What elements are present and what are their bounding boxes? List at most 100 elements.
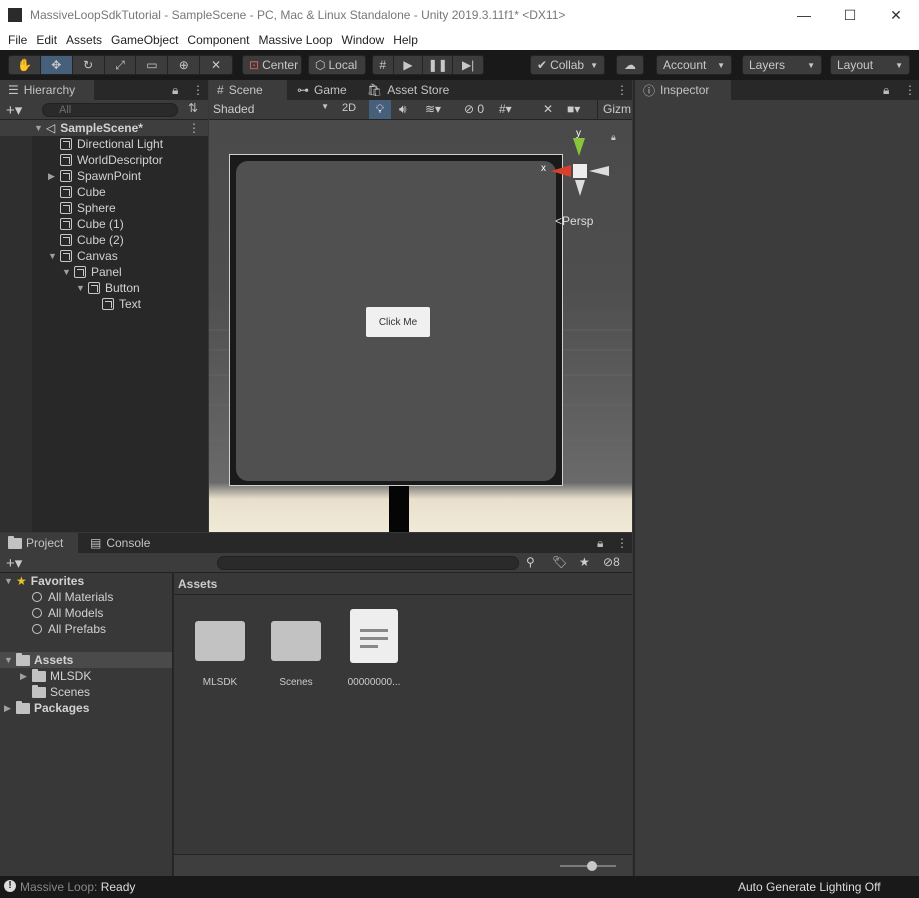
expand-triangle-icon[interactable]: ▶ <box>20 671 32 682</box>
collapse-triangle-icon[interactable]: ▼ <box>4 576 16 586</box>
layout-dropdown[interactable]: Layout ▼ <box>830 55 910 75</box>
tab-asset-store[interactable]: 🛍︎ Asset Store <box>359 80 457 100</box>
expand-triangle-icon[interactable]: ▶ <box>48 171 60 182</box>
collapse-triangle-icon[interactable]: ▼ <box>4 655 16 665</box>
tab-console[interactable]: ▤ Console <box>82 533 158 553</box>
lock-icon[interactable]: 🔒︎ <box>172 83 178 98</box>
move-tool-icon[interactable]: ✥ <box>40 56 73 74</box>
kebab-menu-icon[interactable]: ⋮ <box>188 121 200 135</box>
auto-lighting-status[interactable]: Auto Generate Lighting Off <box>738 880 881 894</box>
close-button[interactable]: ✕ <box>873 0 919 30</box>
status-message[interactable]: Massive Loop: Ready <box>20 880 135 894</box>
hidden-objects-toggle[interactable]: ⊘ 0 <box>464 102 484 116</box>
effects-toggle-icon[interactable]: ≋▾ <box>425 102 441 116</box>
asset-folder-row[interactable]: ▶ MLSDK <box>20 668 91 684</box>
play-button-icon[interactable]: ▶ <box>394 56 424 74</box>
scene-gizmo[interactable]: y x 🔒︎ <box>539 128 619 208</box>
rect-tool-icon[interactable]: ▭ <box>136 56 169 74</box>
account-dropdown[interactable]: Account ▼ <box>656 55 732 75</box>
menu-massive-loop[interactable]: Massive Loop <box>258 33 332 47</box>
menu-help[interactable]: Help <box>393 33 418 47</box>
minimize-button[interactable]: — <box>781 0 827 30</box>
camera-icon[interactable]: ■▾ <box>567 102 580 116</box>
create-plus-button[interactable]: +▾ <box>6 101 22 119</box>
hand-tool-icon[interactable]: ✋ <box>9 56 41 74</box>
asset-tile[interactable]: Scenes <box>270 615 322 688</box>
favorite-item[interactable]: All Models <box>32 605 103 621</box>
hierarchy-item[interactable]: ▶ SpawnPoint <box>48 168 141 184</box>
menu-gameobject[interactable]: GameObject <box>111 33 178 47</box>
icon-size-slider-thumb[interactable] <box>587 861 597 871</box>
favorite-star-icon[interactable]: ★ <box>579 555 590 569</box>
persp-label[interactable]: <Persp <box>555 214 593 228</box>
pivot-local-toggle[interactable]: ⬡ Local <box>308 55 366 75</box>
scale-tool-icon[interactable]: ⤢ <box>105 56 137 74</box>
hierarchy-item[interactable]: Sphere <box>60 200 116 216</box>
pivot-center-toggle[interactable]: ⊡ Center <box>242 55 302 75</box>
grid-snap-icon[interactable]: # <box>373 56 394 74</box>
kebab-menu-icon[interactable]: ⋮ <box>904 83 916 97</box>
grid-toggle-icon[interactable]: #▾ <box>499 102 512 116</box>
hierarchy-item[interactable]: ▼ Canvas <box>48 248 118 264</box>
favorite-item[interactable]: All Prefabs <box>32 621 106 637</box>
custom-tool-icon[interactable]: ✕ <box>200 56 232 74</box>
rotate-tool-icon[interactable]: ↻ <box>73 56 105 74</box>
tab-project[interactable]: Project <box>0 533 78 553</box>
gizmos-dropdown[interactable]: Gizm <box>597 100 631 119</box>
collapse-triangle-icon[interactable]: ▼ <box>48 251 60 261</box>
transform-tool-icon[interactable]: ⊕ <box>168 56 201 74</box>
tab-scene[interactable]: # Scene <box>209 80 287 100</box>
menu-assets[interactable]: Assets <box>66 33 102 47</box>
filter-by-label-icon[interactable]: 🏷︎ <box>552 555 567 569</box>
shading-mode-dropdown[interactable]: Shaded ▼ <box>213 102 329 116</box>
menu-edit[interactable]: Edit <box>36 33 57 47</box>
asset-tile[interactable]: MLSDK <box>194 615 246 688</box>
asset-folder-row[interactable]: Scenes <box>32 684 90 700</box>
collapse-triangle-icon[interactable]: ▼ <box>76 283 88 293</box>
tab-hierarchy[interactable]: ☰ Hierarchy <box>0 80 94 100</box>
menu-window[interactable]: Window <box>342 33 385 47</box>
favorite-item[interactable]: All Materials <box>32 589 113 605</box>
click-me-button[interactable]: Click Me <box>366 307 430 337</box>
hidden-packages-toggle[interactable]: ⊘8 <box>603 555 620 569</box>
audio-toggle-icon[interactable]: 🔊︎ <box>399 102 407 117</box>
maximize-button[interactable]: ☐ <box>827 0 873 30</box>
lock-icon[interactable]: 🔒︎ <box>883 83 889 98</box>
create-plus-button[interactable]: +▾ <box>6 554 22 572</box>
kebab-menu-icon[interactable]: ⋮ <box>616 536 628 550</box>
expand-triangle-icon[interactable]: ▼ <box>34 123 46 133</box>
toggle-2d-button[interactable]: 2D <box>337 102 361 114</box>
collapse-triangle-icon[interactable]: ▼ <box>62 267 74 277</box>
hierarchy-search-input[interactable]: All <box>42 103 178 117</box>
gizmo-center-cube[interactable] <box>573 164 587 178</box>
hierarchy-item[interactable]: Cube <box>60 184 106 200</box>
scene-row[interactable]: ▼ ◁ SampleScene* ⋮ <box>0 120 208 136</box>
axis-y-arrow[interactable] <box>573 138 585 156</box>
layers-dropdown[interactable]: Layers ▼ <box>742 55 822 75</box>
tab-game[interactable]: ⊶ Game <box>289 80 355 100</box>
hierarchy-item[interactable]: ▼ Button <box>76 280 140 296</box>
step-button-icon[interactable]: ▶| <box>453 56 483 74</box>
axis-neg-y-arrow[interactable] <box>575 180 585 196</box>
collab-dropdown[interactable]: ✔ Collab ▼ <box>530 55 605 75</box>
favorites-row[interactable]: ▼ ★ Favorites <box>4 573 84 589</box>
menu-component[interactable]: Component <box>187 33 249 47</box>
hierarchy-item[interactable]: Text <box>102 296 141 312</box>
axis-neg-x-arrow[interactable] <box>589 166 609 176</box>
hierarchy-item[interactable]: Cube (2) <box>60 232 124 248</box>
kebab-menu-icon[interactable]: ⋮ <box>192 83 204 97</box>
packages-row[interactable]: ▶ Packages <box>4 700 89 716</box>
lighting-toggle-icon[interactable]: 💡︎ <box>369 100 391 119</box>
project-search-input[interactable] <box>217 556 519 570</box>
sort-icon[interactable]: ⇅ <box>188 101 198 115</box>
tools-icon[interactable]: ✕ <box>543 102 553 116</box>
kebab-menu-icon[interactable]: ⋮ <box>616 83 628 97</box>
scene-viewport[interactable]: Click Me y x 🔒︎ <Persp <box>209 120 632 532</box>
pause-button-icon[interactable]: ❚❚ <box>423 56 454 74</box>
assets-row[interactable]: ▼ Assets <box>0 652 172 668</box>
hierarchy-item[interactable]: Cube (1) <box>60 216 124 232</box>
hierarchy-item[interactable]: Directional Light <box>60 136 163 152</box>
expand-triangle-icon[interactable]: ▶ <box>4 703 16 714</box>
tab-inspector[interactable]: ⓘ Inspector <box>635 80 731 100</box>
asset-tile[interactable]: 00000000... <box>344 609 404 688</box>
